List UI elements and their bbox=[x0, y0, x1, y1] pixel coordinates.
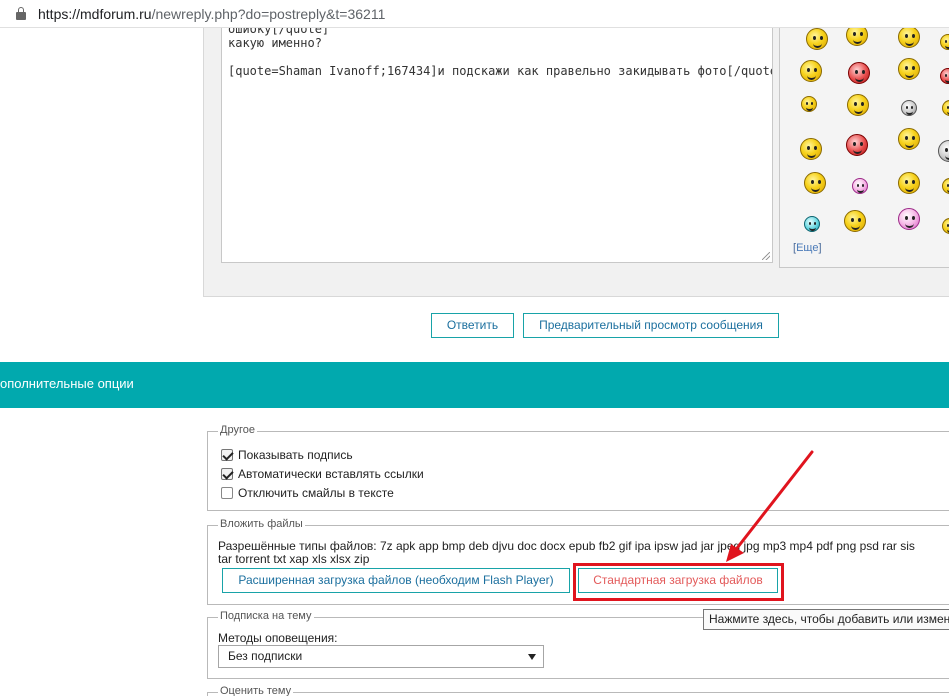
smiley-icon[interactable] bbox=[804, 216, 820, 232]
advanced-upload-button[interactable]: Расширенная загрузка файлов (необходим F… bbox=[222, 568, 570, 593]
smiley-icon[interactable] bbox=[844, 210, 866, 232]
reply-button[interactable]: Ответить bbox=[431, 313, 514, 338]
checkbox-unchecked[interactable] bbox=[221, 487, 233, 499]
option-label: Показывать подпись bbox=[238, 448, 353, 462]
smiley-icon[interactable] bbox=[901, 100, 917, 116]
notify-methods-label: Методы оповещения: bbox=[218, 631, 338, 645]
smiley-icon[interactable] bbox=[940, 34, 949, 50]
notify-method-select[interactable]: Без подписки bbox=[218, 645, 544, 668]
smiley-icon[interactable] bbox=[801, 96, 817, 112]
smiley-icon[interactable] bbox=[938, 140, 949, 162]
more-smilies-link[interactable]: [Еще] bbox=[793, 242, 822, 254]
smiley-icon[interactable] bbox=[800, 60, 822, 82]
checkbox-checked[interactable] bbox=[221, 468, 233, 480]
smiley-icon[interactable] bbox=[847, 94, 869, 116]
chevron-down-icon bbox=[528, 654, 536, 660]
url-text[interactable]: https://mdforum.ru/newreply.php?do=postr… bbox=[38, 6, 385, 22]
url-path: /newreply.php?do=postreply&t=36211 bbox=[151, 6, 386, 22]
url-host: https://mdforum.ru bbox=[38, 6, 152, 22]
smiley-icon[interactable] bbox=[898, 58, 920, 80]
smiley-icon[interactable] bbox=[942, 218, 949, 234]
other-legend: Другое bbox=[218, 424, 257, 436]
additional-options-header: ополнительные опции bbox=[0, 362, 949, 408]
resize-grip-icon[interactable] bbox=[762, 252, 770, 260]
smiley-icon[interactable] bbox=[852, 178, 868, 194]
smiley-icon[interactable] bbox=[800, 138, 822, 160]
smiley-icon[interactable] bbox=[940, 68, 949, 84]
textarea-line: ошибку[/quote] bbox=[228, 28, 330, 36]
attach-legend: Вложить файлы bbox=[218, 518, 305, 530]
textarea-line bbox=[228, 50, 766, 64]
textarea-line: какую именно? bbox=[228, 36, 322, 50]
option-label: Автоматически вставлять ссылки bbox=[238, 467, 424, 481]
upload-tooltip: Нажмите здесь, чтобы добавить или измени bbox=[703, 609, 949, 630]
smiley-icon[interactable] bbox=[898, 128, 920, 150]
preview-button[interactable]: Предварительный просмотр сообщения bbox=[523, 313, 779, 338]
smiley-icon[interactable] bbox=[806, 28, 828, 50]
standard-upload-button[interactable]: Стандартная загрузка файлов bbox=[578, 568, 778, 593]
smiley-icon[interactable] bbox=[848, 62, 870, 84]
more-bracket-close: ] bbox=[818, 242, 822, 254]
textarea-line: [quote=Shaman Ivanoff;167434]и подскажи … bbox=[228, 64, 773, 78]
smiley-icon[interactable] bbox=[846, 134, 868, 156]
checkbox-checked[interactable] bbox=[221, 449, 233, 461]
smiley-icon[interactable] bbox=[846, 28, 868, 46]
rate-fieldset: Оценить тему bbox=[207, 685, 949, 696]
notify-method-value: Без подписки bbox=[228, 649, 303, 663]
browser-address-bar[interactable]: https://mdforum.ru/newreply.php?do=postr… bbox=[0, 0, 949, 28]
smiley-icon[interactable] bbox=[898, 208, 920, 230]
smiley-icon[interactable] bbox=[942, 100, 949, 116]
subscribe-legend: Подписка на тему bbox=[218, 610, 314, 622]
smilies-panel bbox=[779, 28, 949, 268]
smiley-icon[interactable] bbox=[898, 28, 920, 48]
more-smilies-label[interactable]: Еще bbox=[796, 242, 818, 254]
additional-options-title: ополнительные опции bbox=[0, 376, 134, 391]
lock-icon bbox=[16, 7, 26, 20]
rate-legend: Оценить тему bbox=[218, 685, 294, 696]
message-textarea[interactable]: ошибку[/quote] какую именно? [quote=Sham… bbox=[221, 28, 773, 263]
smiley-icon[interactable] bbox=[898, 172, 920, 194]
option-label: Отключить смайлы в тексте bbox=[238, 486, 394, 500]
smiley-icon[interactable] bbox=[804, 172, 826, 194]
smiley-icon[interactable] bbox=[942, 178, 949, 194]
